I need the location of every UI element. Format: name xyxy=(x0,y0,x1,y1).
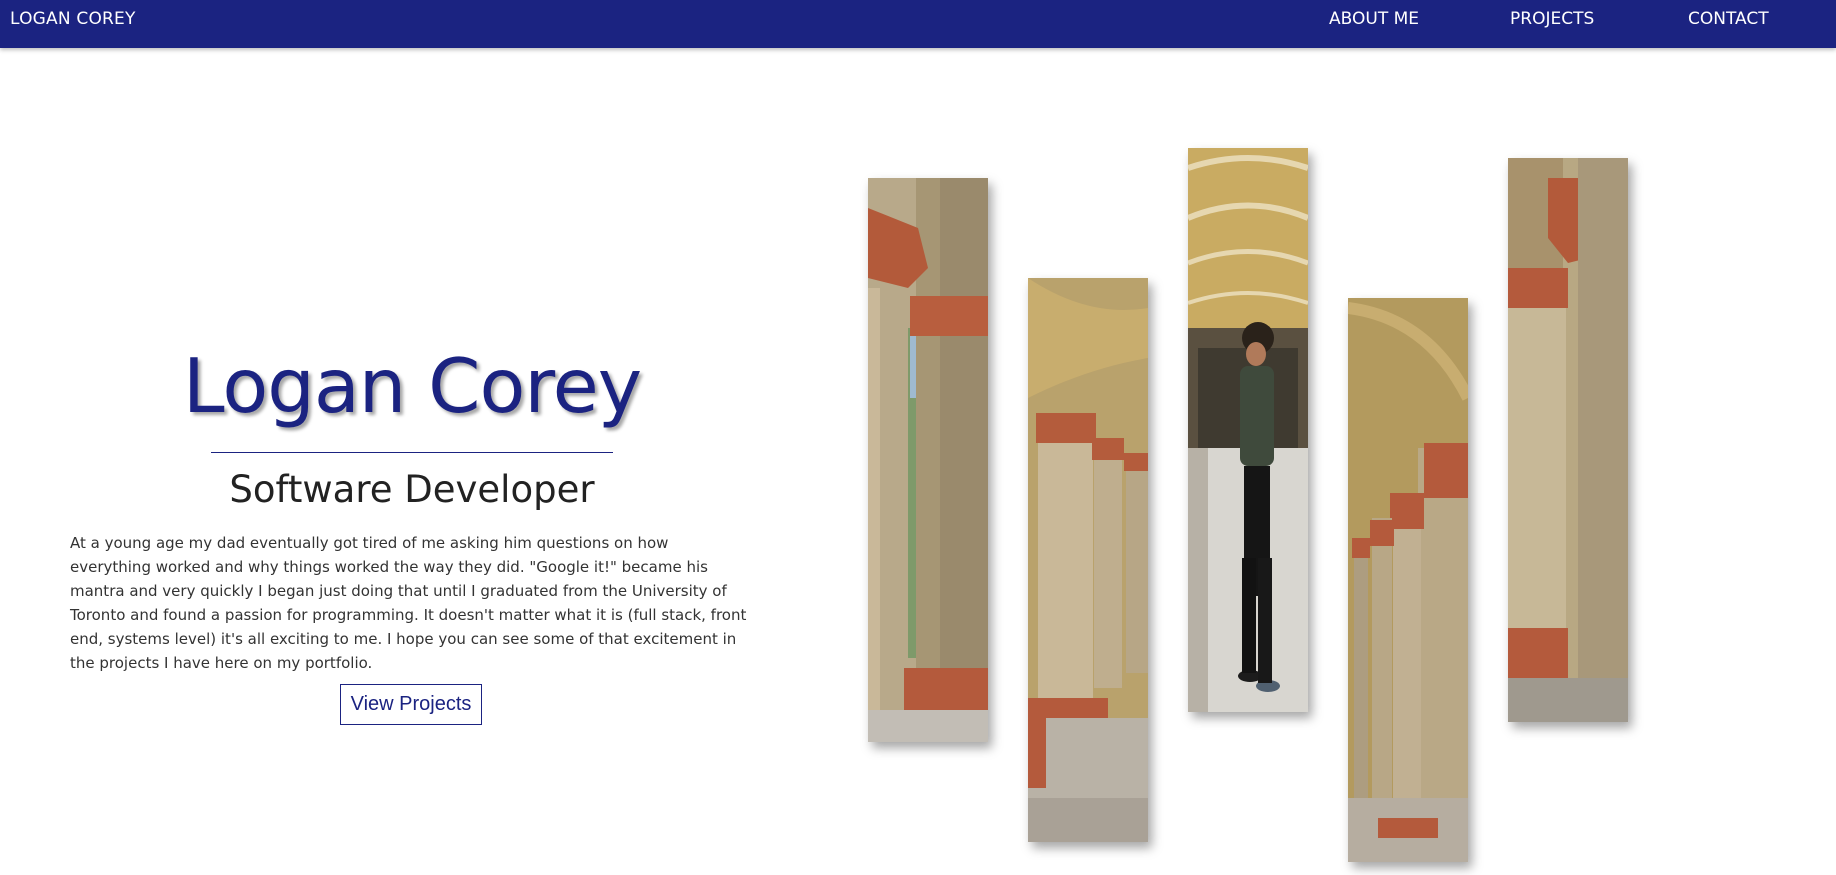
pillar-closeup-photo xyxy=(1508,158,1628,722)
view-projects-button[interactable]: View Projects xyxy=(340,684,482,725)
nav-link-about-me[interactable]: ABOUT ME xyxy=(1329,9,1419,29)
nav-link-projects[interactable]: PROJECTS xyxy=(1510,9,1594,29)
gallery-photo-3 xyxy=(1188,148,1308,712)
person-in-arcade-photo xyxy=(1188,148,1308,712)
bio-paragraph: At a young age my dad eventually got tir… xyxy=(70,534,747,672)
brand-link[interactable]: LOGAN COREY xyxy=(10,9,136,29)
colonnade-archway-photo xyxy=(868,178,988,742)
colonnade-pillars-photo xyxy=(1348,298,1468,862)
nav-link-contact[interactable]: CONTACT xyxy=(1688,9,1769,29)
colonnade-pillars-photo xyxy=(1028,278,1148,842)
title-divider xyxy=(211,452,613,453)
gallery-photo-1 xyxy=(868,178,988,742)
gallery-photo-5 xyxy=(1508,158,1628,722)
top-navbar: LOGAN COREY ABOUT ME PROJECTS CONTACT xyxy=(0,0,1836,48)
hero-role-subtitle: Software Developer xyxy=(229,468,595,511)
gallery-photo-2 xyxy=(1028,278,1148,842)
hero-name-heading: Logan Corey xyxy=(182,342,642,430)
gallery-photo-4 xyxy=(1348,298,1468,862)
